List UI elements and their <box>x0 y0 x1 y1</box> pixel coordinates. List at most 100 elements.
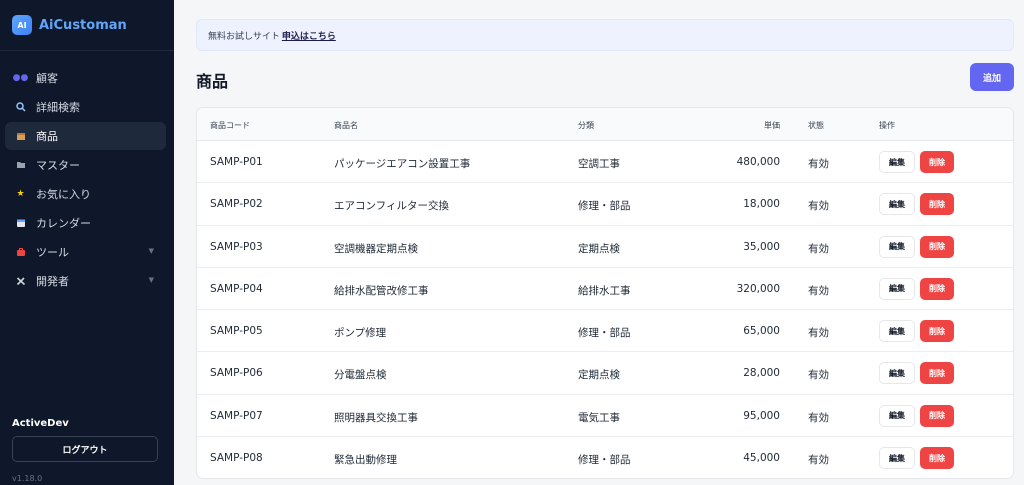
table-row: SAMP-P08 緊急出動修理 修理・部品 45,000 有効 編集 削除 <box>197 437 1013 478</box>
delete-button[interactable]: 削除 <box>920 362 954 385</box>
user-name: ActiveDev <box>12 418 69 429</box>
table-row: SAMP-P07 照明器具交換工事 電気工事 95,000 有効 編集 削除 <box>197 395 1013 438</box>
sidebar-item-tools[interactable]: ツール ▼ <box>5 238 166 266</box>
sidebar-item-label: 商品 <box>36 130 58 143</box>
calendar-icon <box>15 218 26 229</box>
table-row: SAMP-P04 給排水配管改修工事 給排水工事 320,000 有効 編集 削除 <box>197 268 1013 311</box>
product-price: 28,000 <box>743 367 780 380</box>
chevron-down-icon: ▼ <box>148 247 154 255</box>
product-price: 65,000 <box>743 325 780 338</box>
main-content: 無料お試しサイト 申込はこちら 商品 追加 商品コード 商品名 分類 単価 状態… <box>174 0 1024 485</box>
table-header: 商品コード 商品名 分類 単価 状態 操作 <box>197 108 1013 141</box>
delete-button[interactable]: 削除 <box>920 320 954 343</box>
product-category: 定期点検 <box>578 369 620 382</box>
product-name: ポンプ修理 <box>334 327 387 340</box>
header-name[interactable]: 商品名 <box>334 120 358 131</box>
sidebar-item-label: 顧客 <box>36 72 58 85</box>
table-row: SAMP-P03 空調機器定期点検 定期点検 35,000 有効 編集 削除 <box>197 226 1013 268</box>
box-icon <box>15 131 26 142</box>
product-status: 有効 <box>808 411 829 424</box>
sidebar-item-advanced-search[interactable]: 詳細検索 <box>5 93 166 121</box>
table-row: SAMP-P06 分電盤点検 定期点検 28,000 有効 編集 削除 <box>197 352 1013 395</box>
header-ops: 操作 <box>879 121 895 130</box>
signup-link[interactable]: 申込はこちら <box>282 29 336 42</box>
edit-button[interactable]: 編集 <box>879 320 915 343</box>
sidebar: AI AiCustoman ●● 顧客 詳細検索 商品 マスター ★ お気に入り… <box>0 0 174 485</box>
product-name: 照明器具交換工事 <box>334 411 418 424</box>
chevron-down-icon: ▼ <box>148 276 154 284</box>
tools-icon <box>15 276 26 287</box>
product-code: SAMP-P07 <box>210 409 263 422</box>
product-status: 有効 <box>808 284 829 297</box>
table-row: SAMP-P02 エアコンフィルター交換 修理・部品 18,000 有効 編集 削除 <box>197 183 1013 226</box>
trial-banner: 無料お試しサイト 申込はこちら <box>196 19 1014 51</box>
table-row: SAMP-P01 パッケージエアコン設置工事 空調工事 480,000 有効 編集 削除 <box>197 141 1013 184</box>
folder-icon <box>15 160 26 171</box>
sidebar-item-developer[interactable]: 開発者 ▼ <box>5 267 166 295</box>
delete-button[interactable]: 削除 <box>920 193 954 216</box>
brand[interactable]: AI AiCustoman <box>0 0 174 51</box>
sidebar-nav: ●● 顧客 詳細検索 商品 マスター ★ お気に入り カレンダー ツール ▼ 開… <box>0 51 174 295</box>
product-status: 有効 <box>808 327 829 340</box>
product-price: 95,000 <box>743 409 780 422</box>
delete-button[interactable]: 削除 <box>920 277 954 300</box>
delete-button[interactable]: 削除 <box>920 151 954 173</box>
edit-button[interactable]: 編集 <box>879 151 915 173</box>
header-price[interactable]: 単価 <box>764 120 780 131</box>
delete-button[interactable]: 削除 <box>920 235 954 258</box>
star-icon: ★ <box>16 188 25 199</box>
product-status: 有効 <box>808 158 829 170</box>
product-code: SAMP-P08 <box>210 452 263 465</box>
edit-button[interactable]: 編集 <box>879 447 915 470</box>
product-status: 有効 <box>808 200 829 213</box>
page-title: 商品 <box>196 72 229 91</box>
product-code: SAMP-P01 <box>210 156 263 168</box>
product-status: 有効 <box>808 242 829 255</box>
sidebar-item-products[interactable]: 商品 <box>5 122 166 150</box>
product-category: 電気工事 <box>578 411 620 424</box>
sidebar-item-favorites[interactable]: ★ お気に入り <box>5 180 166 208</box>
sidebar-item-customers[interactable]: ●● 顧客 <box>5 64 166 92</box>
version-label: v1.18.0 <box>12 474 43 483</box>
product-category: 修理・部品 <box>578 454 631 467</box>
product-status: 有効 <box>808 369 829 382</box>
product-category: 空調工事 <box>578 158 620 170</box>
table-body: SAMP-P01 パッケージエアコン設置工事 空調工事 480,000 有効 編集 削除 SA… <box>197 141 1013 478</box>
product-category: 修理・部品 <box>578 200 631 213</box>
product-name: 給排水配管改修工事 <box>334 284 429 297</box>
edit-button[interactable]: 編集 <box>879 362 915 385</box>
sidebar-item-label: 開発者 <box>36 275 69 288</box>
header-code[interactable]: 商品コード <box>210 120 250 131</box>
sidebar-item-label: 詳細検索 <box>36 101 80 114</box>
delete-button[interactable]: 削除 <box>920 447 954 470</box>
product-price: 35,000 <box>743 240 780 253</box>
product-category: 給排水工事 <box>578 284 631 297</box>
delete-button[interactable]: 削除 <box>920 404 954 427</box>
sidebar-item-label: マスター <box>36 159 80 172</box>
product-code: SAMP-P06 <box>210 367 263 380</box>
product-name: 緊急出動修理 <box>334 454 397 467</box>
edit-button[interactable]: 編集 <box>879 277 915 300</box>
product-price: 320,000 <box>736 282 780 295</box>
sidebar-item-label: ツール <box>36 246 69 259</box>
logout-button[interactable]: ログアウト <box>12 436 158 462</box>
product-code: SAMP-P02 <box>210 198 263 211</box>
header-status[interactable]: 状態 <box>808 120 824 131</box>
search-icon <box>15 102 26 113</box>
sidebar-item-master[interactable]: マスター <box>5 151 166 179</box>
product-price: 480,000 <box>736 156 780 168</box>
edit-button[interactable]: 編集 <box>879 404 915 427</box>
header-category[interactable]: 分類 <box>578 120 594 131</box>
sidebar-item-label: お気に入り <box>36 188 91 201</box>
toolbox-icon <box>15 247 26 258</box>
app-logo-icon: AI <box>12 15 32 35</box>
add-button[interactable]: 追加 <box>970 63 1014 91</box>
product-price: 18,000 <box>743 198 780 211</box>
sidebar-item-calendar[interactable]: カレンダー <box>5 209 166 237</box>
product-code: SAMP-P05 <box>210 325 263 338</box>
product-name: 分電盤点検 <box>334 369 387 382</box>
users-icon: ●● <box>12 72 29 83</box>
edit-button[interactable]: 編集 <box>879 193 915 216</box>
product-name: エアコンフィルター交換 <box>334 200 449 213</box>
edit-button[interactable]: 編集 <box>879 235 915 258</box>
